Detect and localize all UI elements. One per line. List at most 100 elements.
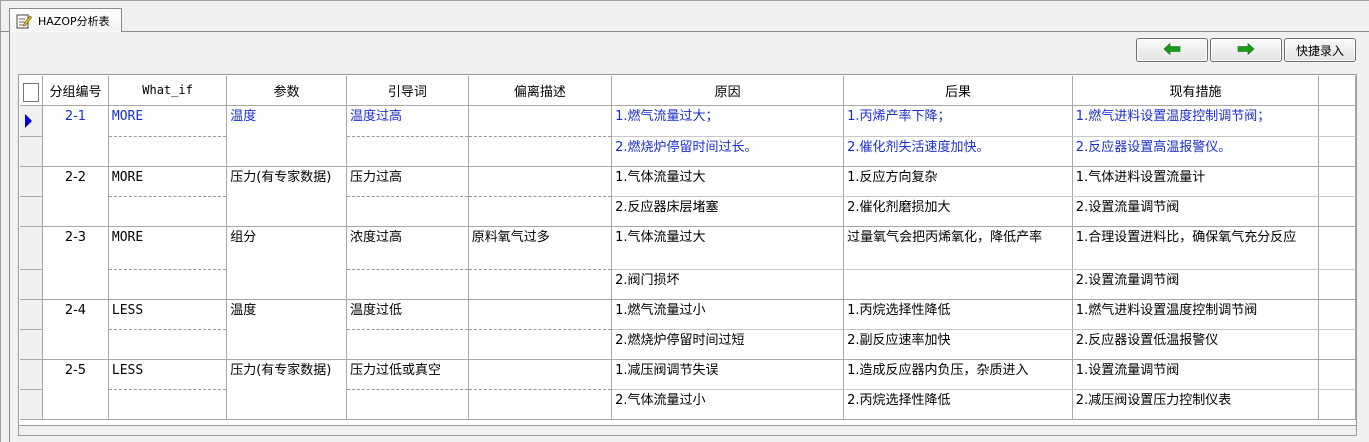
- cell-guide-word[interactable]: [346, 269, 469, 300]
- cell-deviation[interactable]: [468, 299, 613, 330]
- cell-cause[interactable]: 2.燃烧炉停留时间过短: [611, 329, 845, 360]
- row-selector[interactable]: [20, 269, 43, 300]
- cell-guide-word[interactable]: [346, 329, 469, 360]
- cell-deviation[interactable]: [468, 166, 613, 197]
- cell-consequence[interactable]: 2.催化剂失活速度加快。: [843, 136, 1073, 167]
- cell-what-if[interactable]: LESS: [108, 359, 228, 390]
- column-header[interactable]: 后果: [843, 76, 1073, 106]
- cell-measure[interactable]: 1.燃气进料设置温度控制调节阀；: [1072, 105, 1320, 137]
- cell-deviation[interactable]: [468, 329, 613, 360]
- table-row[interactable]: 2.燃烧炉停留时间过长。 2.催化剂失活速度加快。 2.反应器设置高温报警仪。: [20, 136, 1356, 167]
- cell-measure[interactable]: 2.设置流量调节阀: [1072, 196, 1320, 227]
- table-row[interactable]: 2-3 MORE 组分 浓度过高 原料氧气过多 1.气体流量过大 过量氧气会把丙烯氧化，降低…: [20, 226, 1356, 300]
- column-header[interactable]: 参数: [226, 76, 348, 106]
- row-selector[interactable]: [20, 136, 43, 167]
- cell-consequence[interactable]: 1.丙烷选择性降低: [843, 299, 1073, 330]
- cell-cause[interactable]: 1.气体流量过大: [611, 226, 845, 270]
- cell-consequence[interactable]: 1.反应方向复杂: [843, 166, 1073, 197]
- row-selector[interactable]: [20, 359, 43, 390]
- cell-deviation[interactable]: [468, 359, 613, 390]
- table-row[interactable]: 2.气体流量过小 2.丙烷选择性降低 2.减压阀设置压力控制仪表: [20, 389, 1356, 420]
- cell-guide-word[interactable]: 压力过高: [346, 166, 469, 197]
- cell-group-no[interactable]: 2-5: [42, 359, 109, 420]
- cell-cause[interactable]: 2.气体流量过小: [611, 389, 845, 420]
- cell-consequence[interactable]: 2.催化剂磨损加大: [843, 196, 1073, 227]
- row-selector-header[interactable]: [20, 76, 43, 106]
- table-row[interactable]: 2.燃烧炉停留时间过短 2.副反应速率加快 2.反应器设置低温报警仪: [20, 329, 1356, 360]
- column-header[interactable]: 偏离描述: [468, 76, 613, 106]
- table-row[interactable]: 2-2 MORE 压力(有专家数据) 压力过高 1.气体流量过大 1.反应方向复杂 1.气体…: [20, 166, 1356, 227]
- column-header[interactable]: 引导词: [346, 76, 469, 106]
- cell-guide-word[interactable]: [346, 136, 469, 167]
- cell-guide-word[interactable]: [346, 389, 469, 420]
- row-selector[interactable]: [20, 329, 43, 360]
- row-selector[interactable]: [20, 299, 43, 330]
- cell-what-if[interactable]: MORE: [108, 226, 228, 270]
- cell-param[interactable]: 组分: [226, 226, 348, 300]
- cell-deviation[interactable]: [468, 105, 613, 137]
- cell-consequence[interactable]: 2.丙烷选择性降低: [843, 389, 1073, 420]
- cell-consequence[interactable]: 1.造成反应器内负压，杂质进入: [843, 359, 1073, 390]
- row-selector[interactable]: [20, 196, 43, 227]
- cell-consequence[interactable]: 1.丙烯产率下降；: [843, 105, 1073, 137]
- cell-what-if[interactable]: MORE: [108, 105, 228, 137]
- cell-measure[interactable]: 2.反应器设置低温报警仪: [1072, 329, 1320, 360]
- cell-measure[interactable]: 2.反应器设置高温报警仪。: [1072, 136, 1320, 167]
- cell-deviation[interactable]: [468, 389, 613, 420]
- cell-guide-word[interactable]: [346, 196, 469, 227]
- cell-guide-word[interactable]: 浓度过高: [346, 226, 469, 270]
- column-header[interactable]: 原因: [611, 76, 845, 106]
- cell-consequence[interactable]: 2.副反应速率加快: [843, 329, 1073, 360]
- cell-what-if[interactable]: [108, 389, 228, 420]
- cell-group-no[interactable]: 2-2: [42, 166, 109, 227]
- previous-button[interactable]: [1136, 38, 1208, 62]
- cell-measure[interactable]: 1.设置流量调节阀: [1072, 359, 1320, 390]
- table-row[interactable]: 2.反应器床层堵塞 2.催化剂磨损加大 2.设置流量调节阀: [20, 196, 1356, 227]
- cell-param[interactable]: 压力(有专家数据): [226, 359, 348, 420]
- column-header[interactable]: 现有措施: [1072, 76, 1320, 106]
- cell-what-if[interactable]: MORE: [108, 166, 228, 197]
- column-header[interactable]: What_if: [108, 76, 228, 106]
- cell-guide-word[interactable]: 温度过低: [346, 299, 469, 330]
- cell-cause[interactable]: 1.燃气流量过小: [611, 299, 845, 330]
- cell-measure[interactable]: 1.燃气进料设置温度控制调节阀: [1072, 299, 1320, 330]
- table-row[interactable]: 2-5 LESS 压力(有专家数据) 压力过低或真空 1.减压阀调节失误 1.造成反应器内…: [20, 359, 1356, 420]
- cell-deviation[interactable]: 原料氧气过多: [468, 226, 613, 270]
- hazop-grid[interactable]: 分组编号 What_if 参数 引导词 偏离描述 原因 后果 现有措施 2-1 M…: [18, 74, 1357, 426]
- row-selector[interactable]: [20, 226, 43, 270]
- cell-group-no[interactable]: 2-3: [42, 226, 109, 300]
- cell-what-if[interactable]: [108, 329, 228, 360]
- cell-what-if[interactable]: [108, 136, 228, 167]
- cell-what-if[interactable]: LESS: [108, 299, 228, 330]
- row-selector[interactable]: [20, 105, 43, 137]
- next-button[interactable]: [1210, 38, 1282, 62]
- table-row[interactable]: 2.阀门损坏 2.设置流量调节阀: [20, 269, 1356, 300]
- cell-param[interactable]: 温度: [226, 105, 348, 167]
- cell-cause[interactable]: 2.阀门损坏: [611, 269, 845, 300]
- table-row[interactable]: 2-4 LESS 温度 温度过低 1.燃气流量过小 1.丙烷选择性降低 1.燃气进料设置温度…: [20, 299, 1356, 360]
- cell-deviation[interactable]: [468, 196, 613, 227]
- cell-measure[interactable]: 1.气体进料设置流量计: [1072, 166, 1320, 197]
- cell-consequence[interactable]: 过量氧气会把丙烯氧化，降低产率: [843, 226, 1073, 270]
- cell-group-no[interactable]: 2-4: [42, 299, 109, 360]
- cell-guide-word[interactable]: 压力过低或真空: [346, 359, 469, 390]
- cell-measure[interactable]: 1.合理设置进料比，确保氧气充分反应: [1072, 226, 1320, 270]
- cell-what-if[interactable]: [108, 196, 228, 227]
- column-header[interactable]: 分组编号: [42, 76, 109, 106]
- cell-deviation[interactable]: [468, 136, 613, 167]
- row-selector[interactable]: [20, 389, 43, 420]
- quick-entry-button[interactable]: 快捷录入: [1284, 38, 1356, 62]
- cell-what-if[interactable]: [108, 269, 228, 300]
- cell-cause[interactable]: 1.减压阀调节失误: [611, 359, 845, 390]
- cell-param[interactable]: 压力(有专家数据): [226, 166, 348, 227]
- cell-cause[interactable]: 1.气体流量过大: [611, 166, 845, 197]
- cell-param[interactable]: 温度: [226, 299, 348, 360]
- cell-cause[interactable]: 2.反应器床层堵塞: [611, 196, 845, 227]
- cell-cause[interactable]: 2.燃烧炉停留时间过长。: [611, 136, 845, 167]
- table-row[interactable]: 2-1 MORE 温度 温度过高 1.燃气流量过大； 1.丙烯产率下降； 1.燃气进料设置温…: [20, 105, 1356, 167]
- cell-deviation[interactable]: [468, 269, 613, 300]
- cell-measure[interactable]: 2.设置流量调节阀: [1072, 269, 1320, 300]
- tab-hazop[interactable]: HAZOP分析表: [9, 8, 122, 32]
- row-selector[interactable]: [20, 166, 43, 197]
- cell-cause[interactable]: 1.燃气流量过大；: [611, 105, 845, 137]
